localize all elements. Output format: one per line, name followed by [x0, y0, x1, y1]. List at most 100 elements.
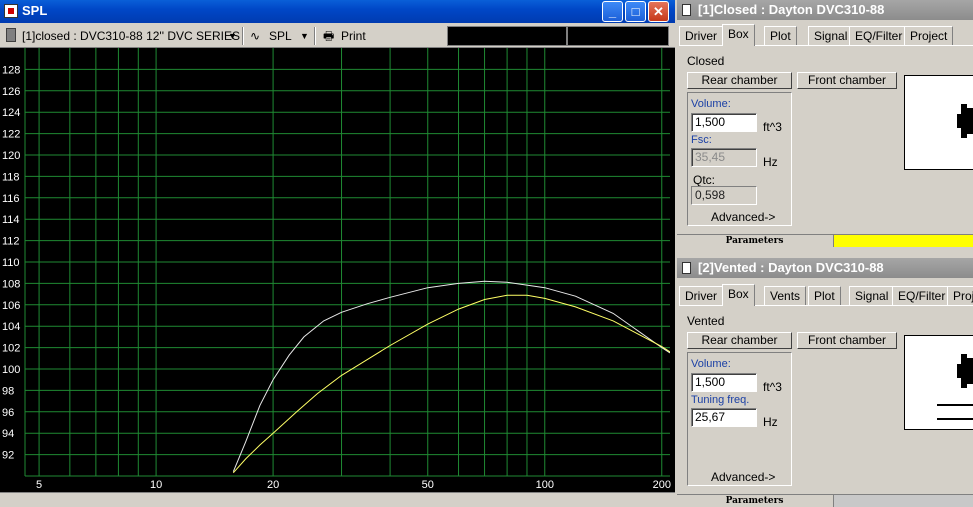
parameters-progress: [833, 495, 973, 507]
tab-plot[interactable]: Plot: [808, 286, 841, 306]
y-tick-label: 100: [2, 364, 20, 376]
toolbar-separator: [314, 27, 316, 45]
maximize-button[interactable]: □: [625, 1, 646, 22]
spl-statusbar: [0, 492, 675, 507]
y-tick-label: 92: [2, 450, 14, 462]
rear-chamber-button[interactable]: Rear chamber: [687, 72, 792, 89]
parameters-label: Parameters: [725, 236, 784, 246]
tab-driver[interactable]: Driver: [679, 286, 723, 306]
speaker-icon: [957, 104, 973, 138]
volume-input[interactable]: 1,500: [691, 113, 757, 132]
tuning-freq-unit: Hz: [763, 415, 778, 429]
closed-tabs: Driver Box Plot Signal EQ/Filter Project: [679, 24, 973, 46]
y-tick-label: 122: [2, 129, 20, 141]
closed-box-tab-body: Closed Rear chamber Front chamber Volume…: [679, 45, 973, 233]
closed-panel-titlebar[interactable]: [1]Closed : Dayton DVC310-88: [677, 0, 973, 20]
box-preview-closed: [904, 75, 973, 170]
project-selector[interactable]: [1]closed : DVC310-88 12'' DVC SERIES: [22, 27, 240, 45]
y-tick-label: 120: [2, 150, 20, 162]
y-tick-label: 98: [2, 385, 14, 397]
x-tick-label: 100: [536, 479, 554, 491]
close-button[interactable]: ✕: [648, 1, 669, 22]
y-tick-label: 106: [2, 300, 20, 312]
fsc-label: Fsc:: [691, 134, 712, 146]
tab-project[interactable]: Proje: [947, 286, 973, 306]
printer-icon[interactable]: 🖶: [323, 27, 334, 45]
y-tick-label: 128: [2, 64, 20, 76]
volume-label: Volume:: [691, 358, 731, 370]
vented-panel: [2]Vented : Dayton DVC310-88 Driver Box …: [677, 258, 973, 507]
speaker-icon: [937, 354, 973, 420]
project-icon: [6, 28, 16, 42]
box-preview-vented: [904, 335, 973, 430]
front-chamber-button[interactable]: Front chamber: [797, 332, 897, 349]
x-tick-label: 5: [36, 479, 42, 491]
box-type-label: Vented: [687, 314, 725, 328]
y-tick-label: 112: [2, 236, 20, 248]
y-tick-label: 96: [2, 407, 14, 419]
y-tick-label: 104: [2, 321, 20, 333]
tab-vents[interactable]: Vents: [764, 286, 807, 306]
chevron-down-icon[interactable]: ▼: [228, 27, 237, 45]
volume-input[interactable]: 1,500: [691, 373, 757, 392]
tab-signal[interactable]: Signal: [849, 286, 895, 306]
app-icon: [4, 4, 18, 18]
y-tick-label: 116: [2, 193, 20, 205]
y-tick-label: 118: [2, 171, 20, 183]
volume-unit: ft^3: [763, 380, 782, 394]
toolbar: [1]closed : DVC310-88 12'' DVC SERIES ▼ …: [0, 24, 675, 48]
status-display-2: [567, 26, 669, 46]
y-tick-label: 114: [2, 214, 20, 226]
print-button[interactable]: Print: [341, 27, 366, 45]
wave-icon: ∿: [250, 29, 261, 43]
tab-project[interactable]: Project: [904, 26, 954, 46]
y-tick-label: 102: [2, 343, 20, 355]
window-title: SPL: [22, 3, 48, 18]
x-tick-label: 50: [422, 479, 434, 491]
box-type-label: Closed: [687, 54, 725, 68]
advanced-button[interactable]: Advanced->: [711, 210, 775, 224]
front-chamber-button[interactable]: Front chamber: [797, 72, 897, 89]
spl-plot[interactable]: 92 94 96 98 100 102 104 106 108 110 112 114 116 118 12…: [0, 48, 675, 492]
tuning-freq-input[interactable]: 25,67: [691, 408, 757, 427]
tab-plot[interactable]: Plot: [764, 26, 797, 46]
tab-box[interactable]: Box: [722, 24, 755, 46]
tab-signal[interactable]: Signal: [808, 26, 854, 46]
doc-icon: [682, 4, 691, 16]
spl-chart-svg[interactable]: 92 94 96 98 100 102 104 106 108 110 112 114 116 118 12…: [0, 48, 675, 492]
y-tick-label: 108: [2, 278, 20, 290]
minimize-button[interactable]: _: [602, 1, 623, 22]
rear-chamber-button[interactable]: Rear chamber: [687, 332, 792, 349]
closed-parameters-bar: Parameters: [677, 234, 973, 247]
x-tick-label: 200: [653, 479, 671, 491]
status-display-1: [447, 26, 567, 46]
tab-box[interactable]: Box: [722, 284, 755, 306]
closed-panel: [1]Closed : Dayton DVC310-88 Driver Box …: [677, 0, 973, 248]
tab-eq-filter[interactable]: EQ/Filter: [892, 286, 952, 306]
volume-label: Volume:: [691, 98, 731, 110]
y-tick-label: 110: [2, 257, 20, 269]
doc-icon: [682, 262, 691, 274]
view-selector[interactable]: SPL: [269, 27, 292, 45]
tab-driver[interactable]: Driver: [679, 26, 723, 46]
fsc-field: 35,45: [691, 148, 757, 167]
parameters-progress: [833, 235, 973, 247]
y-tick-label: 126: [2, 86, 20, 98]
volume-unit: ft^3: [763, 120, 782, 134]
tab-eq-filter[interactable]: EQ/Filter: [849, 26, 909, 46]
vented-panel-title: [2]Vented : Dayton DVC310-88: [698, 260, 884, 275]
y-tick-label: 124: [2, 107, 20, 119]
vented-tabs: Driver Box Vents Plot Signal EQ/Filter P…: [679, 284, 973, 306]
qtc-label: Qtc:: [693, 173, 716, 187]
tuning-freq-label: Tuning freq.: [691, 394, 750, 406]
vented-panel-titlebar[interactable]: [2]Vented : Dayton DVC310-88: [677, 258, 973, 278]
x-tick-label: 10: [150, 479, 162, 491]
fsc-unit: Hz: [763, 155, 778, 169]
chevron-down-icon[interactable]: ▼: [300, 27, 309, 45]
spl-titlebar[interactable]: SPL _ □ ✕: [0, 0, 675, 23]
x-tick-label: 20: [267, 479, 279, 491]
toolbar-separator: [242, 27, 244, 45]
vented-parameters-bar: Parameters: [677, 494, 973, 507]
advanced-button[interactable]: Advanced->: [711, 470, 775, 484]
qtc-field: 0,598: [691, 186, 757, 205]
